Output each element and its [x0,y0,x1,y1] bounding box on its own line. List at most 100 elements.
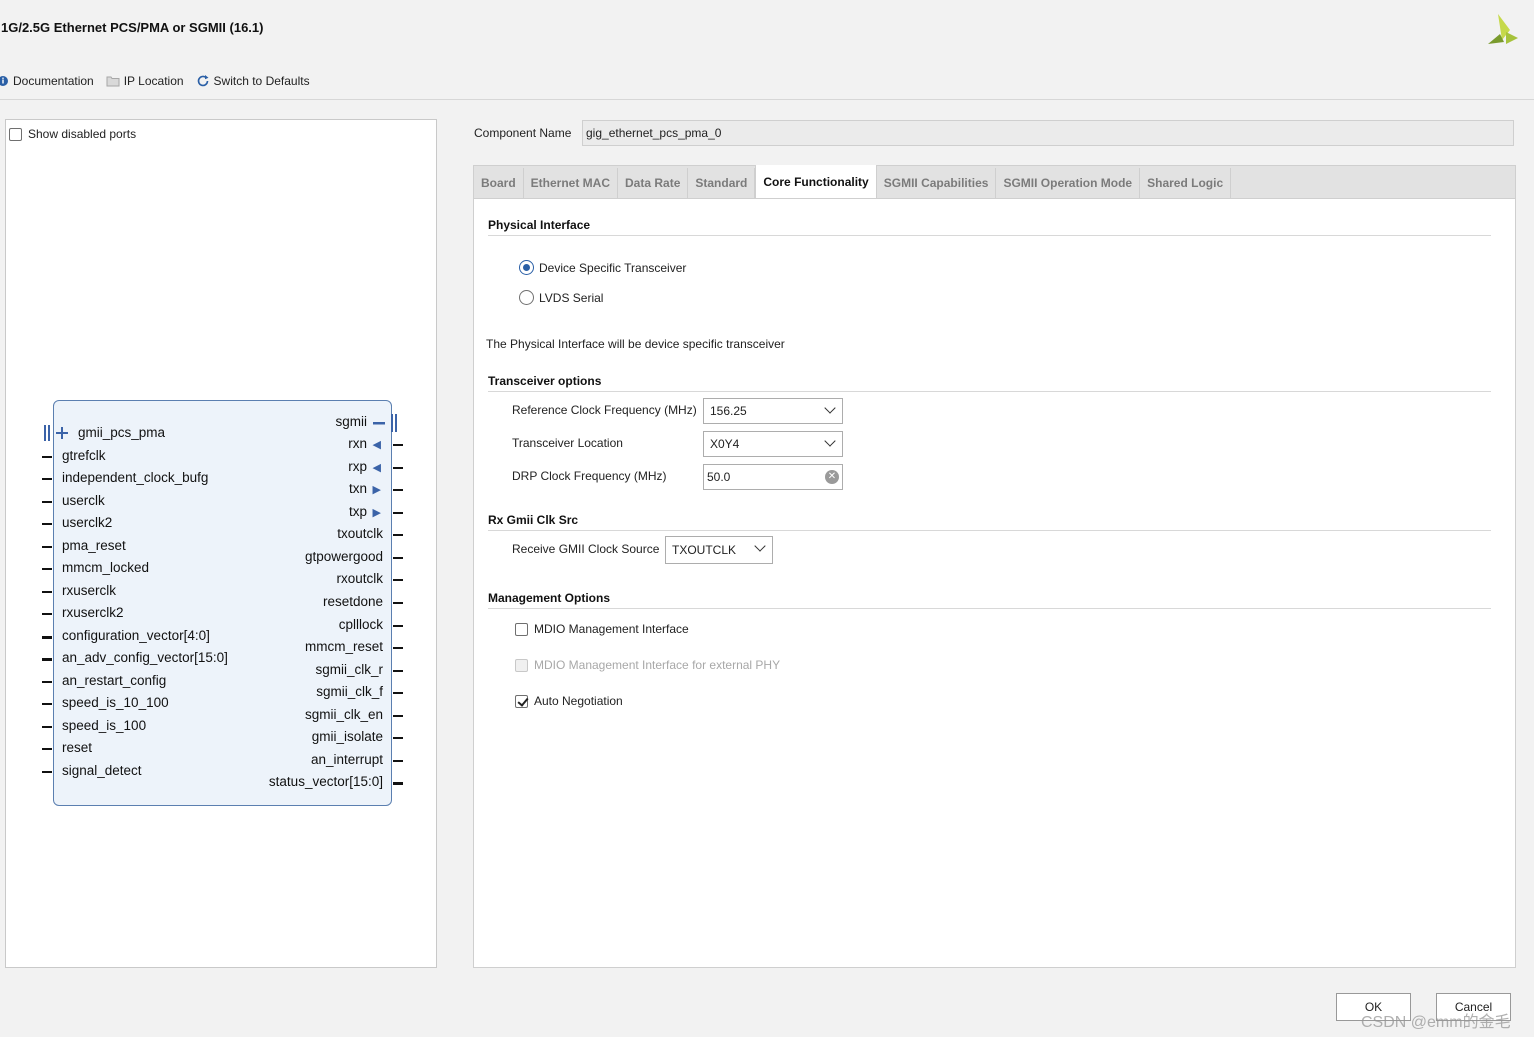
bus-pin [42,636,52,639]
port-an-adv-config-vector: an_adv_config_vector[15:0] [62,650,228,665]
ref-clock-row: Reference Clock Frequency (MHz) [512,403,697,417]
pin [393,670,403,672]
radio-label: Device Specific Transceiver [539,260,687,275]
port-reset: reset [62,740,93,755]
section-divider [488,235,1491,236]
checkbox-box[interactable] [515,622,528,636]
watermark: CSDN @emm的金毛 [1361,1014,1511,1031]
chevron-down-icon [824,402,836,414]
radio-button[interactable] [519,260,534,275]
port-gtpowergood: gtpowergood [304,549,383,564]
port-rxn: rxn [348,436,367,451]
port-userclk2: userclk2 [62,515,113,530]
drp-clock-input[interactable]: 50.0 ✕ [703,464,843,490]
switch-to-defaults-button[interactable]: Switch to Defaults [196,74,310,88]
ref-clock-label: Reference Clock Frequency (MHz) [512,403,697,417]
port-mmcm-reset: mmcm_reset [304,639,383,654]
tab-core-functionality[interactable]: Core Functionality [755,165,877,198]
port-an-interrupt: an_interrupt [310,752,383,767]
port-pma-reset: pma_reset [62,538,126,553]
tab-board[interactable]: Board [474,168,524,198]
bus-pin [42,658,52,661]
mdio-external-phy-label: MDIO Management Interface for external P… [534,658,781,672]
pin [393,512,403,514]
pin [393,467,403,469]
port-gmii-pcs-pma: gmii_pcs_pma [78,425,166,440]
gmii-source-dropdown[interactable]: TXOUTCLK [665,536,773,564]
drp-clock-label: DRP Clock Frequency (MHz) [512,469,667,483]
auto-negotiation-checkbox[interactable]: Auto Negotiation [515,694,623,708]
show-disabled-ports-checkbox[interactable]: Show disabled ports [9,127,136,141]
pin [393,692,403,694]
pin [42,703,52,705]
tab-data-rate[interactable]: Data Rate [618,168,689,198]
port-txoutclk: txoutclk [337,526,383,541]
management-options-title: Management Options [488,591,611,605]
radio-button[interactable] [519,290,534,305]
output-arrow-icon: ▶ [372,507,381,519]
toolbar: Documentation IP Location Switch to Defa… [0,72,322,90]
port-rxp: rxp [348,459,367,474]
tab-shared-logic[interactable]: Shared Logic [1140,168,1232,198]
mdio-checkbox[interactable]: MDIO Management Interface [515,622,689,636]
auto-negotiation-label: Auto Negotiation [534,694,623,708]
refresh-icon [197,75,209,87]
chevron-down-icon [754,540,766,552]
documentation-label: Documentation [13,74,94,88]
clear-icon[interactable]: ✕ [825,470,839,484]
port-rxuserclk: rxuserclk [62,583,117,598]
port-txn: txn [348,481,367,496]
component-name-field[interactable]: gig_ethernet_pcs_pma_0 [582,120,1514,146]
section-divider [488,608,1491,609]
pin [42,523,52,525]
physical-interface-title: Physical Interface [488,218,591,232]
port-sgmii-clk-f: sgmii_clk_f [316,684,383,699]
ip-block-symbol[interactable]: gmii_pcs_pma gtrefclk independent_clock_… [42,400,403,806]
tab-ethernet-mac[interactable]: Ethernet MAC [524,168,619,198]
transceiver-options-title: Transceiver options [488,374,602,388]
folder-icon [106,76,120,87]
pin [393,557,403,559]
pin [42,546,52,548]
port-mmcm-locked: mmcm_locked [62,560,150,575]
port-sgmii: sgmii [335,414,367,429]
radio-lvds-serial[interactable]: LVDS Serial [519,290,603,305]
pin [42,681,52,683]
port-userclk: userclk [62,493,105,508]
tab-sgmii-capabilities[interactable]: SGMII Capabilities [877,168,997,198]
port-gmii-isolate: gmii_isolate [311,729,383,744]
radio-device-specific-transceiver[interactable]: Device Specific Transceiver [519,260,686,275]
bus-interface-icon [44,425,68,441]
tab-sgmii-operation-mode[interactable]: SGMII Operation Mode [996,168,1141,198]
port-speed-is-100: speed_is_100 [62,718,147,733]
port-status-vector: status_vector[15:0] [268,774,383,789]
port-signal-detect: signal_detect [62,763,142,778]
port-independent-clock-bufg: independent_clock_bufg [62,470,209,485]
pin [393,489,403,491]
checkbox-box[interactable] [515,694,528,708]
transceiver-location-dropdown[interactable]: X0Y4 [703,431,843,457]
port-speed-is-10-100: speed_is_10_100 [62,695,169,710]
port-gtrefclk: gtrefclk [62,448,106,463]
ref-clock-value: 156.25 [710,404,747,418]
ip-location-button[interactable]: IP Location [106,74,184,88]
input-arrow-icon: ◀ [372,462,381,474]
port-txp: txp [348,504,367,519]
pin [42,501,52,503]
bus-interface-icon [373,414,397,432]
tab-standard[interactable]: Standard [688,168,756,198]
mdio-label: MDIO Management Interface [534,622,689,636]
drp-clock-value: 50.0 [707,470,731,484]
ref-clock-dropdown[interactable]: 156.25 [703,398,843,424]
show-disabled-ports-label: Show disabled ports [28,127,137,141]
tab-bar: Board Ethernet MAC Data Rate Standard Co… [473,165,1516,198]
documentation-button[interactable]: Documentation [0,74,94,88]
pin [393,647,403,649]
pin [42,456,52,458]
switch-to-defaults-label: Switch to Defaults [213,74,310,88]
toolbar-divider [0,99,1534,100]
checkbox-box[interactable] [9,127,22,141]
xilinx-logo-icon [1488,14,1518,44]
pin [393,760,403,762]
port-rxoutclk: rxoutclk [336,571,383,586]
